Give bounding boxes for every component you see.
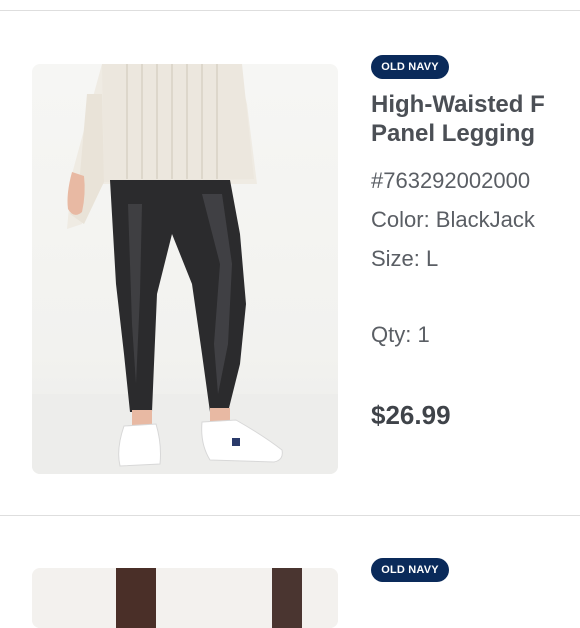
leggings-product-photo-icon bbox=[32, 64, 338, 474]
product-photo-icon bbox=[32, 568, 338, 628]
color-label: Color: BlackJack bbox=[371, 207, 535, 232]
product-title-line: Panel Legging bbox=[371, 120, 536, 147]
product-title[interactable]: High-Waisted F Panel Legging bbox=[371, 90, 580, 148]
item-divider bbox=[0, 515, 580, 516]
size-label: Size: L bbox=[371, 246, 439, 271]
product-image[interactable] bbox=[32, 568, 338, 628]
quantity-label: Qty: 1 bbox=[371, 322, 430, 347]
brand-badge: OLD NAVY bbox=[371, 55, 449, 79]
product-image[interactable] bbox=[32, 64, 338, 474]
sku-number: #763292002000 bbox=[371, 168, 531, 193]
top-divider bbox=[0, 10, 580, 11]
price: $26.99 bbox=[371, 400, 451, 430]
product-title-line: High-Waisted F bbox=[371, 91, 545, 118]
brand-badge: OLD NAVY bbox=[371, 558, 449, 582]
